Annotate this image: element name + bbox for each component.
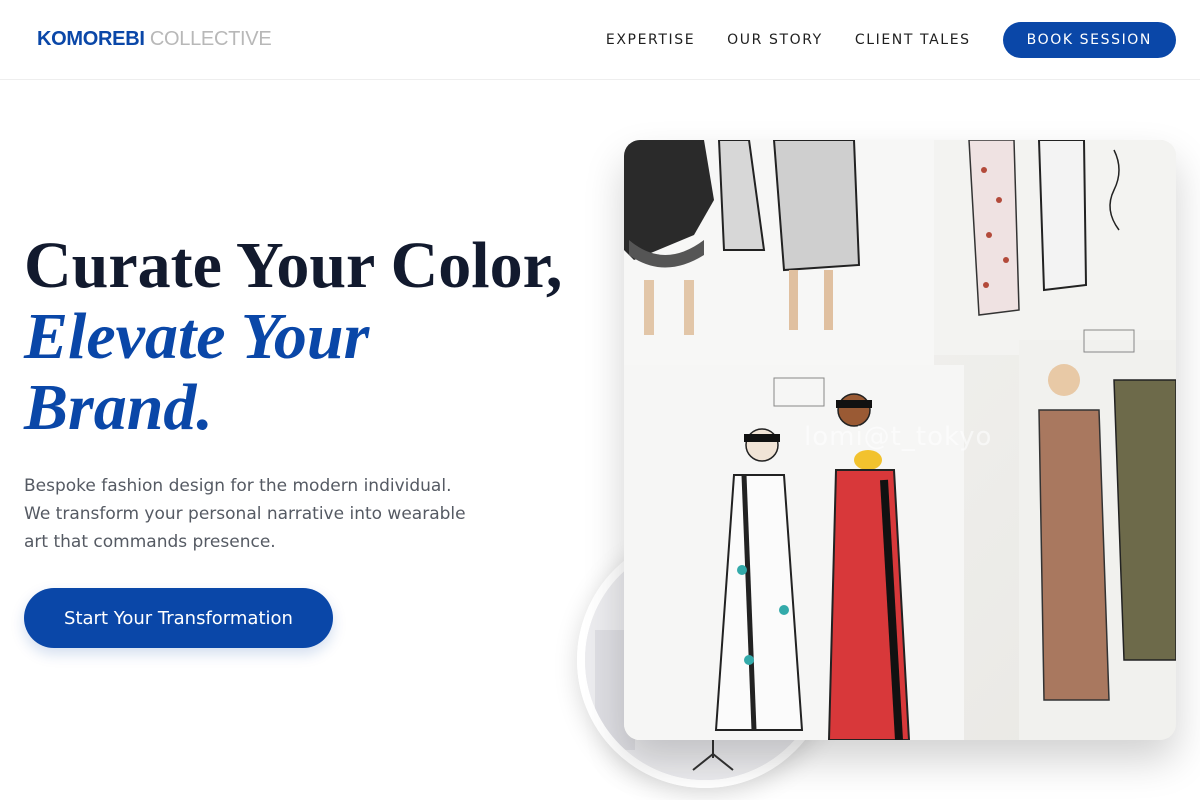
hero-title-accent-line1: Elevate Your [24,300,370,373]
nav-link-client-tales[interactable]: CLIENT TALES [855,32,971,48]
logo-suffix: COLLECTIVE [149,28,272,50]
start-transformation-button[interactable]: Start Your Transformation [24,588,333,648]
logo-brand: KOMOREBI [37,28,145,50]
image-watermark: lomi@t_tokyo [804,422,993,452]
hero-image: lomi@t_tokyo [624,140,1176,740]
book-session-button[interactable]: BOOK SESSION [1002,22,1176,58]
site-header: KOMOREBI COLLECTIVE EXPERTISE OUR STORY … [0,0,1200,80]
main-nav: EXPERTISE OUR STORY CLIENT TALES BOOK SE… [606,22,1176,58]
logo[interactable]: KOMOREBI COLLECTIVE [37,28,272,51]
hero-subtitle: Bespoke fashion design for the modern in… [24,476,466,552]
nav-link-our-story[interactable]: OUR STORY [727,32,823,48]
nav-link-expertise[interactable]: EXPERTISE [606,32,695,48]
hero-title-line1: Curate Your Color, [24,229,563,302]
hero-title-accent-line2: Brand. [24,371,213,444]
hero-title: Curate Your Color, Elevate Your Brand. [24,230,604,443]
